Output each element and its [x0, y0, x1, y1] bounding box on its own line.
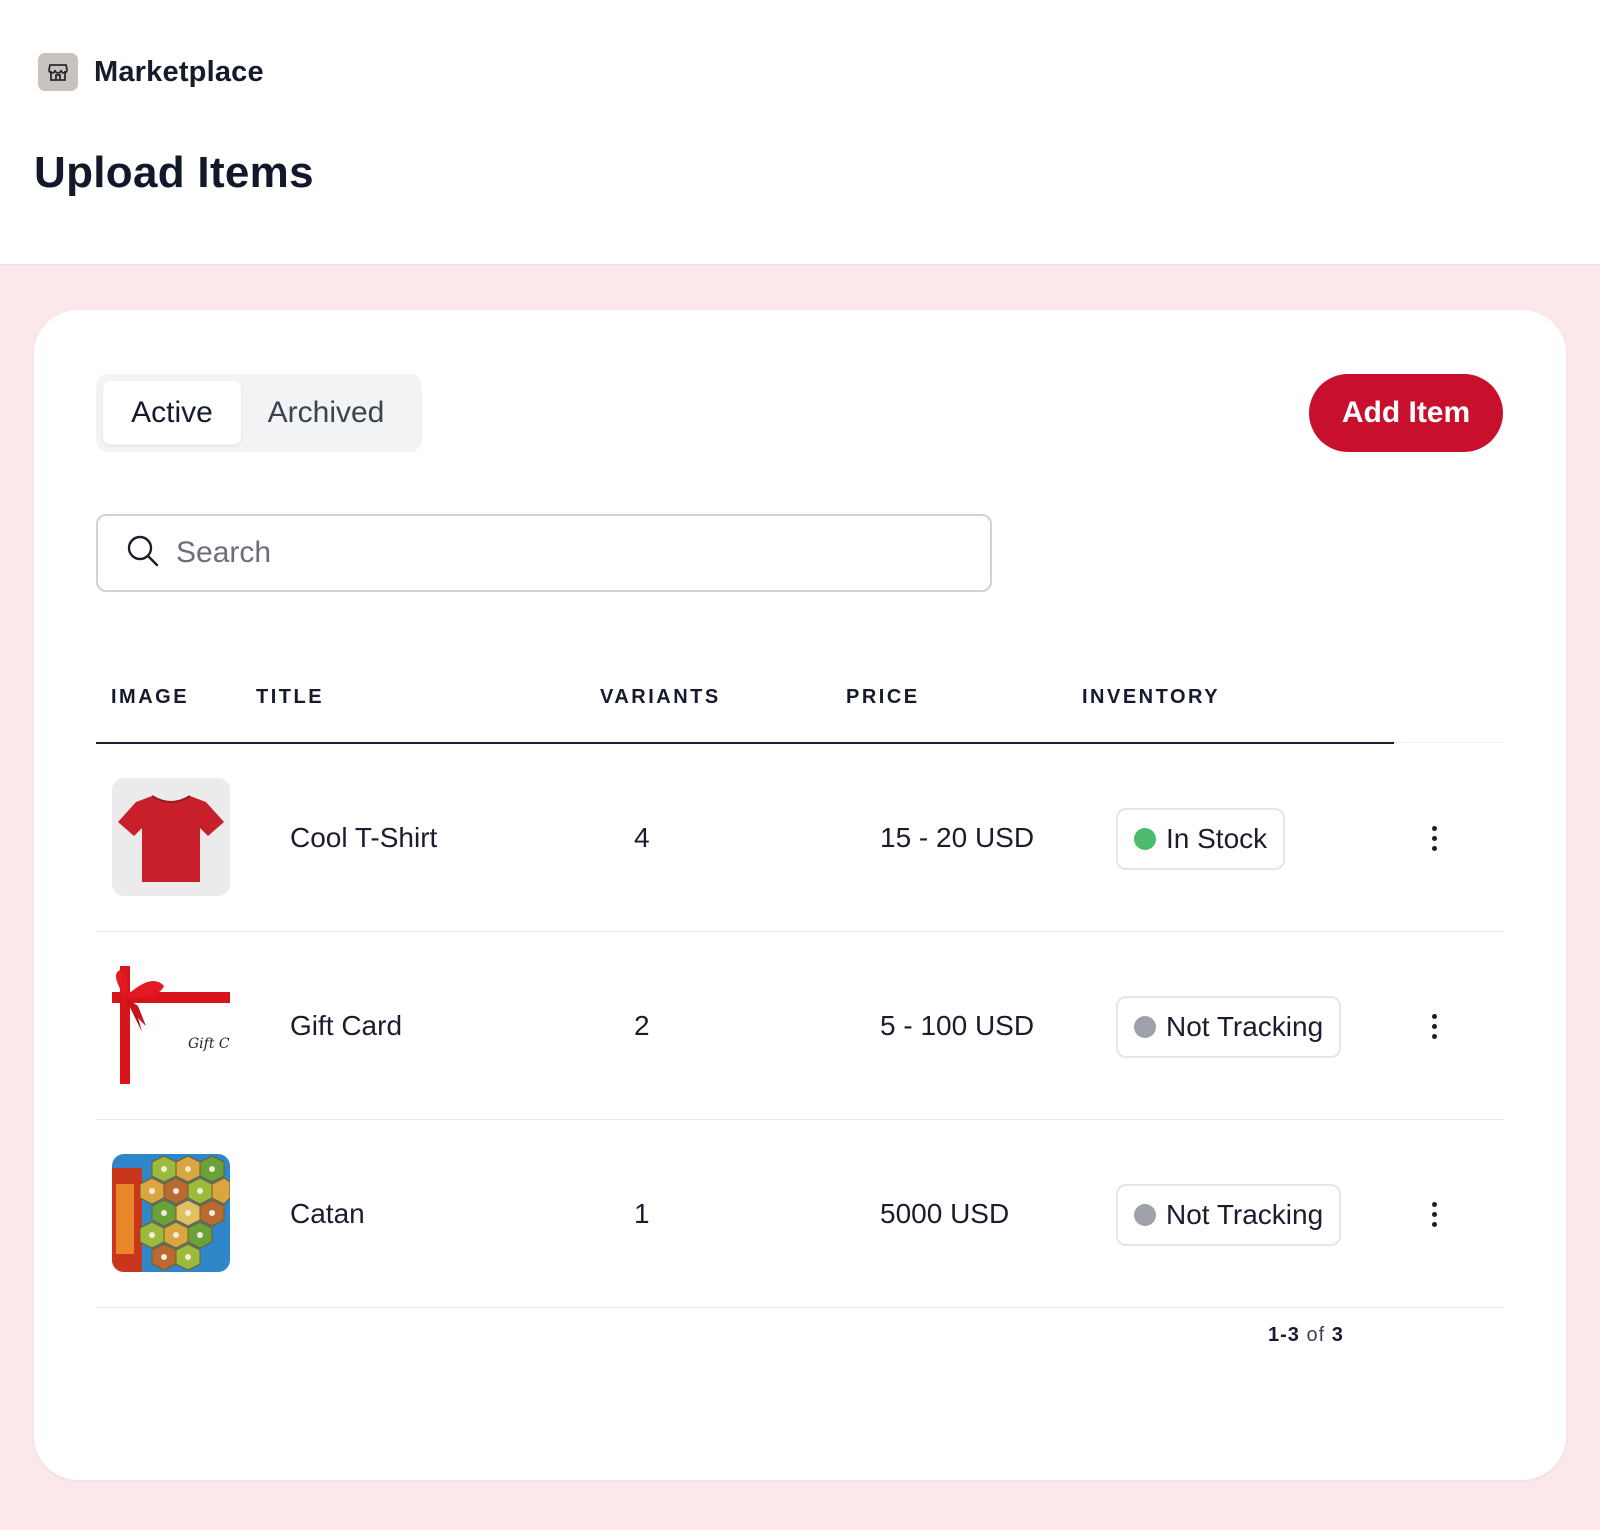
table-row[interactable]: Catan 1 5000 USD Not Tracking: [96, 1120, 1504, 1308]
column-header-variants: VARIANTS: [600, 686, 721, 708]
tab-active[interactable]: Active: [103, 381, 241, 445]
tab-archived[interactable]: Archived: [241, 381, 411, 445]
item-title: Cool T-Shirt: [290, 822, 438, 853]
pagination-total: 3: [1331, 1324, 1344, 1346]
storefront-icon: [38, 53, 78, 91]
gift-card-thumbnail[interactable]: Gift Ca: [112, 966, 230, 1084]
status-dot-icon: [1134, 828, 1156, 850]
status-tabs: Active Archived: [96, 374, 422, 452]
column-header-image: IMAGE: [111, 686, 190, 708]
column-header-title: TITLE: [256, 686, 325, 708]
status-dot-icon: [1134, 1016, 1156, 1038]
item-variants: 4: [634, 822, 650, 853]
item-variants: 2: [634, 1010, 650, 1041]
item-title: Gift Card: [290, 1010, 403, 1041]
red-tshirt-thumbnail[interactable]: [112, 778, 230, 896]
pagination-of: of: [1306, 1324, 1326, 1346]
item-price: 5 - 100 USD: [880, 1010, 1035, 1041]
inventory-status-badge: In Stock: [1116, 808, 1286, 870]
column-header-price: PRICE: [846, 686, 920, 708]
inventory-status-label: Not Tracking: [1166, 1011, 1324, 1042]
item-title: Catan: [290, 1198, 365, 1229]
search-box: [96, 514, 992, 592]
item-variants: 1: [634, 1198, 650, 1229]
row-menu-icon[interactable]: [1414, 818, 1454, 858]
table-header-divider-end: [1394, 742, 1504, 743]
item-price: 5000 USD: [880, 1198, 1010, 1229]
inventory-status-label: In Stock: [1166, 823, 1268, 854]
page-title: Upload Items: [34, 148, 314, 197]
svg-text:Gift Ca: Gift Ca: [188, 1036, 230, 1052]
table-row[interactable]: Gift Ca Gift Card 2 5 - 100 USD Not Trac…: [96, 932, 1504, 1120]
pagination-range: 1-3: [1268, 1324, 1300, 1346]
inventory-status-badge: Not Tracking: [1116, 1184, 1342, 1246]
pagination-summary: 1-3 of 3: [1268, 1324, 1344, 1347]
row-menu-icon[interactable]: [1414, 1194, 1454, 1234]
column-header-inventory: INVENTORY: [1082, 686, 1221, 708]
table-row[interactable]: Cool T-Shirt 4 15 - 20 USD In Stock: [96, 744, 1504, 932]
search-input[interactable]: [176, 536, 936, 570]
search-icon: [126, 534, 160, 573]
status-dot-icon: [1134, 1204, 1156, 1226]
top-bar: Marketplace Upload Items: [0, 0, 1600, 264]
items-card: Active Archived Add Item IMAGE TITLE VAR…: [34, 310, 1566, 1480]
brand-name: Marketplace: [94, 55, 264, 88]
inventory-status-label: Not Tracking: [1166, 1199, 1324, 1230]
catan-board-thumbnail[interactable]: [112, 1154, 230, 1272]
item-price: 15 - 20 USD: [880, 822, 1035, 853]
add-item-button[interactable]: Add Item: [1309, 374, 1503, 452]
row-menu-icon[interactable]: [1414, 1006, 1454, 1046]
brand[interactable]: Marketplace: [38, 52, 264, 92]
inventory-status-badge: Not Tracking: [1116, 996, 1342, 1058]
